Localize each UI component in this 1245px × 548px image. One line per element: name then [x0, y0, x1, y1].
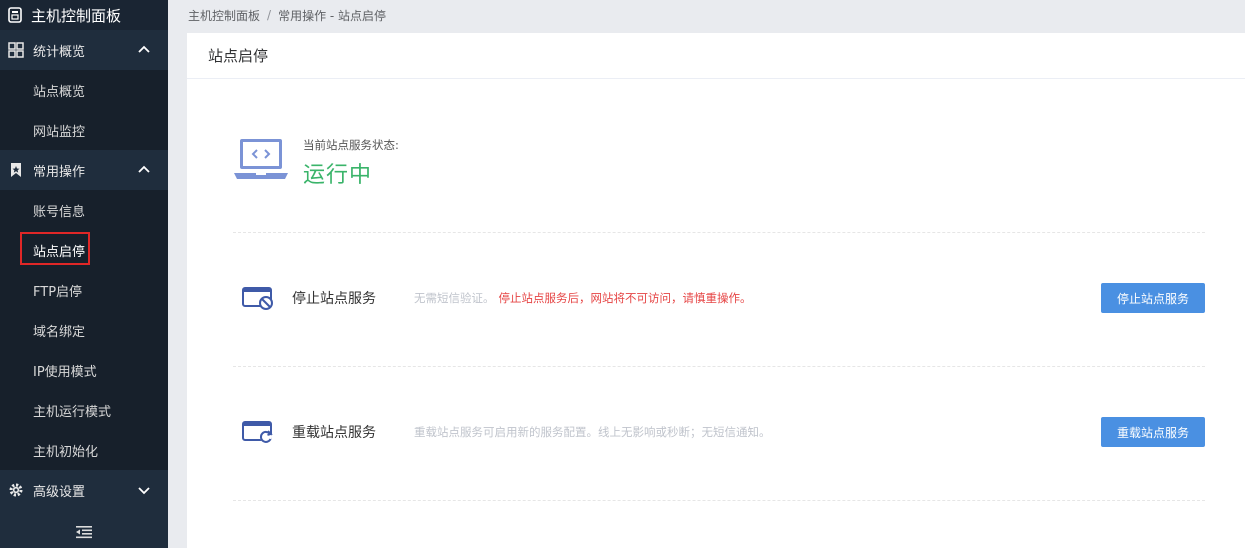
operation-name: 停止站点服务 — [292, 291, 376, 307]
sidebar-item-ftp-start-stop[interactable]: FTP启停 — [0, 270, 168, 310]
status-label: 当前站点服务状态: — [303, 138, 399, 152]
content-panel: 站点启停 当前站点服务状态: 运行中 停止站点服务 无需短信验证。 停止站点服务… — [187, 33, 1245, 548]
brand-title: 主机控制面板 — [31, 6, 122, 25]
indent-icon — [75, 524, 93, 543]
sidebar-item-host-init[interactable]: 主机初始化 — [0, 430, 168, 470]
sidebar-item-account-info[interactable]: 账号信息 — [0, 190, 168, 230]
breadcrumb: 主机控制面板 / 常用操作 - 站点启停 — [168, 0, 1245, 30]
sidebar-item-label: 网站监控 — [33, 124, 86, 140]
operation-warning: 停止站点服务后，网站将不可访问，请慎重操作。 — [498, 291, 752, 305]
stop-window-icon — [242, 286, 276, 310]
sidebar-item-site-overview[interactable]: 站点概览 — [0, 70, 168, 110]
operation-name: 重载站点服务 — [292, 425, 376, 441]
sidebar-item-ip-mode[interactable]: IP使用模式 — [0, 350, 168, 390]
breadcrumb-root[interactable]: 主机控制面板 — [188, 7, 260, 24]
status-text: 当前站点服务状态: 运行中 — [303, 133, 399, 189]
sidebar-item-label: IP使用模式 — [33, 364, 97, 380]
sidebar-group-label: 统计概览 — [33, 44, 86, 60]
chevron-up-icon — [138, 164, 150, 176]
status-block: 当前站点服务状态: 运行中 — [233, 133, 399, 189]
server-icon — [8, 7, 22, 23]
laptop-icon — [233, 137, 289, 183]
grid-icon — [8, 42, 24, 58]
stop-service-button[interactable]: 停止站点服务 — [1101, 283, 1205, 313]
sidebar-group-common-ops[interactable]: 常用操作 — [0, 150, 168, 190]
chevron-up-icon — [138, 44, 150, 56]
breadcrumb-current: 常用操作 - 站点启停 — [278, 8, 387, 23]
bookmark-icon — [8, 162, 24, 178]
sidebar-group-overview[interactable]: 统计概览 — [0, 30, 168, 70]
main-area: 主机控制面板 / 常用操作 - 站点启停 站点启停 当前站点服务状态: 运行中 — [168, 0, 1245, 548]
stop-service-row: 停止站点服务 无需短信验证。 停止站点服务后，网站将不可访问，请慎重操作。 停止站… — [242, 283, 1205, 313]
divider — [233, 500, 1205, 501]
reload-window-icon — [242, 420, 276, 444]
sidebar-item-site-start-stop[interactable]: 站点启停 — [0, 230, 168, 270]
sidebar-item-label: FTP启停 — [33, 284, 83, 300]
operation-note: 无需短信验证。 — [414, 291, 495, 305]
sidebar-group-label: 高级设置 — [33, 484, 86, 500]
sidebar-item-domain-binding[interactable]: 域名绑定 — [0, 310, 168, 350]
sidebar-item-label: 站点启停 — [33, 244, 86, 260]
sidebar-item-label: 账号信息 — [33, 204, 86, 220]
status-value: 运行中 — [303, 163, 373, 188]
reload-service-row: 重载站点服务 重载站点服务可启用新的服务配置。线上无影响或秒断；无短信通知。 重… — [242, 417, 1205, 447]
sidebar-item-label: 主机初始化 — [33, 444, 99, 460]
sidebar-item-label: 主机运行模式 — [33, 404, 112, 420]
sidebar-collapse-button[interactable] — [0, 518, 168, 548]
reload-service-button[interactable]: 重载站点服务 — [1101, 417, 1205, 447]
breadcrumb-separator: / — [267, 8, 272, 22]
gear-icon — [8, 482, 24, 498]
divider — [233, 232, 1205, 233]
sidebar-item-label: 站点概览 — [33, 84, 86, 100]
sidebar-item-site-monitor[interactable]: 网站监控 — [0, 110, 168, 150]
sidebar: 主机控制面板 统计概览 站点概览 网站监控 常用操作 账号信息 站点启停 FTP… — [0, 0, 168, 548]
sidebar-item-label: 域名绑定 — [33, 324, 86, 340]
sidebar-item-host-run-mode[interactable]: 主机运行模式 — [0, 390, 168, 430]
divider — [233, 366, 1205, 367]
operation-description: 无需短信验证。 停止站点服务后，网站将不可访问，请慎重操作。 — [414, 290, 1101, 306]
chevron-down-icon — [138, 484, 150, 496]
panel-title: 站点启停 — [187, 33, 1245, 79]
brand: 主机控制面板 — [0, 0, 168, 30]
sidebar-group-advanced[interactable]: 高级设置 — [0, 470, 168, 510]
sidebar-group-label: 常用操作 — [33, 164, 86, 180]
operation-description: 重载站点服务可启用新的服务配置。线上无影响或秒断；无短信通知。 — [414, 425, 771, 439]
